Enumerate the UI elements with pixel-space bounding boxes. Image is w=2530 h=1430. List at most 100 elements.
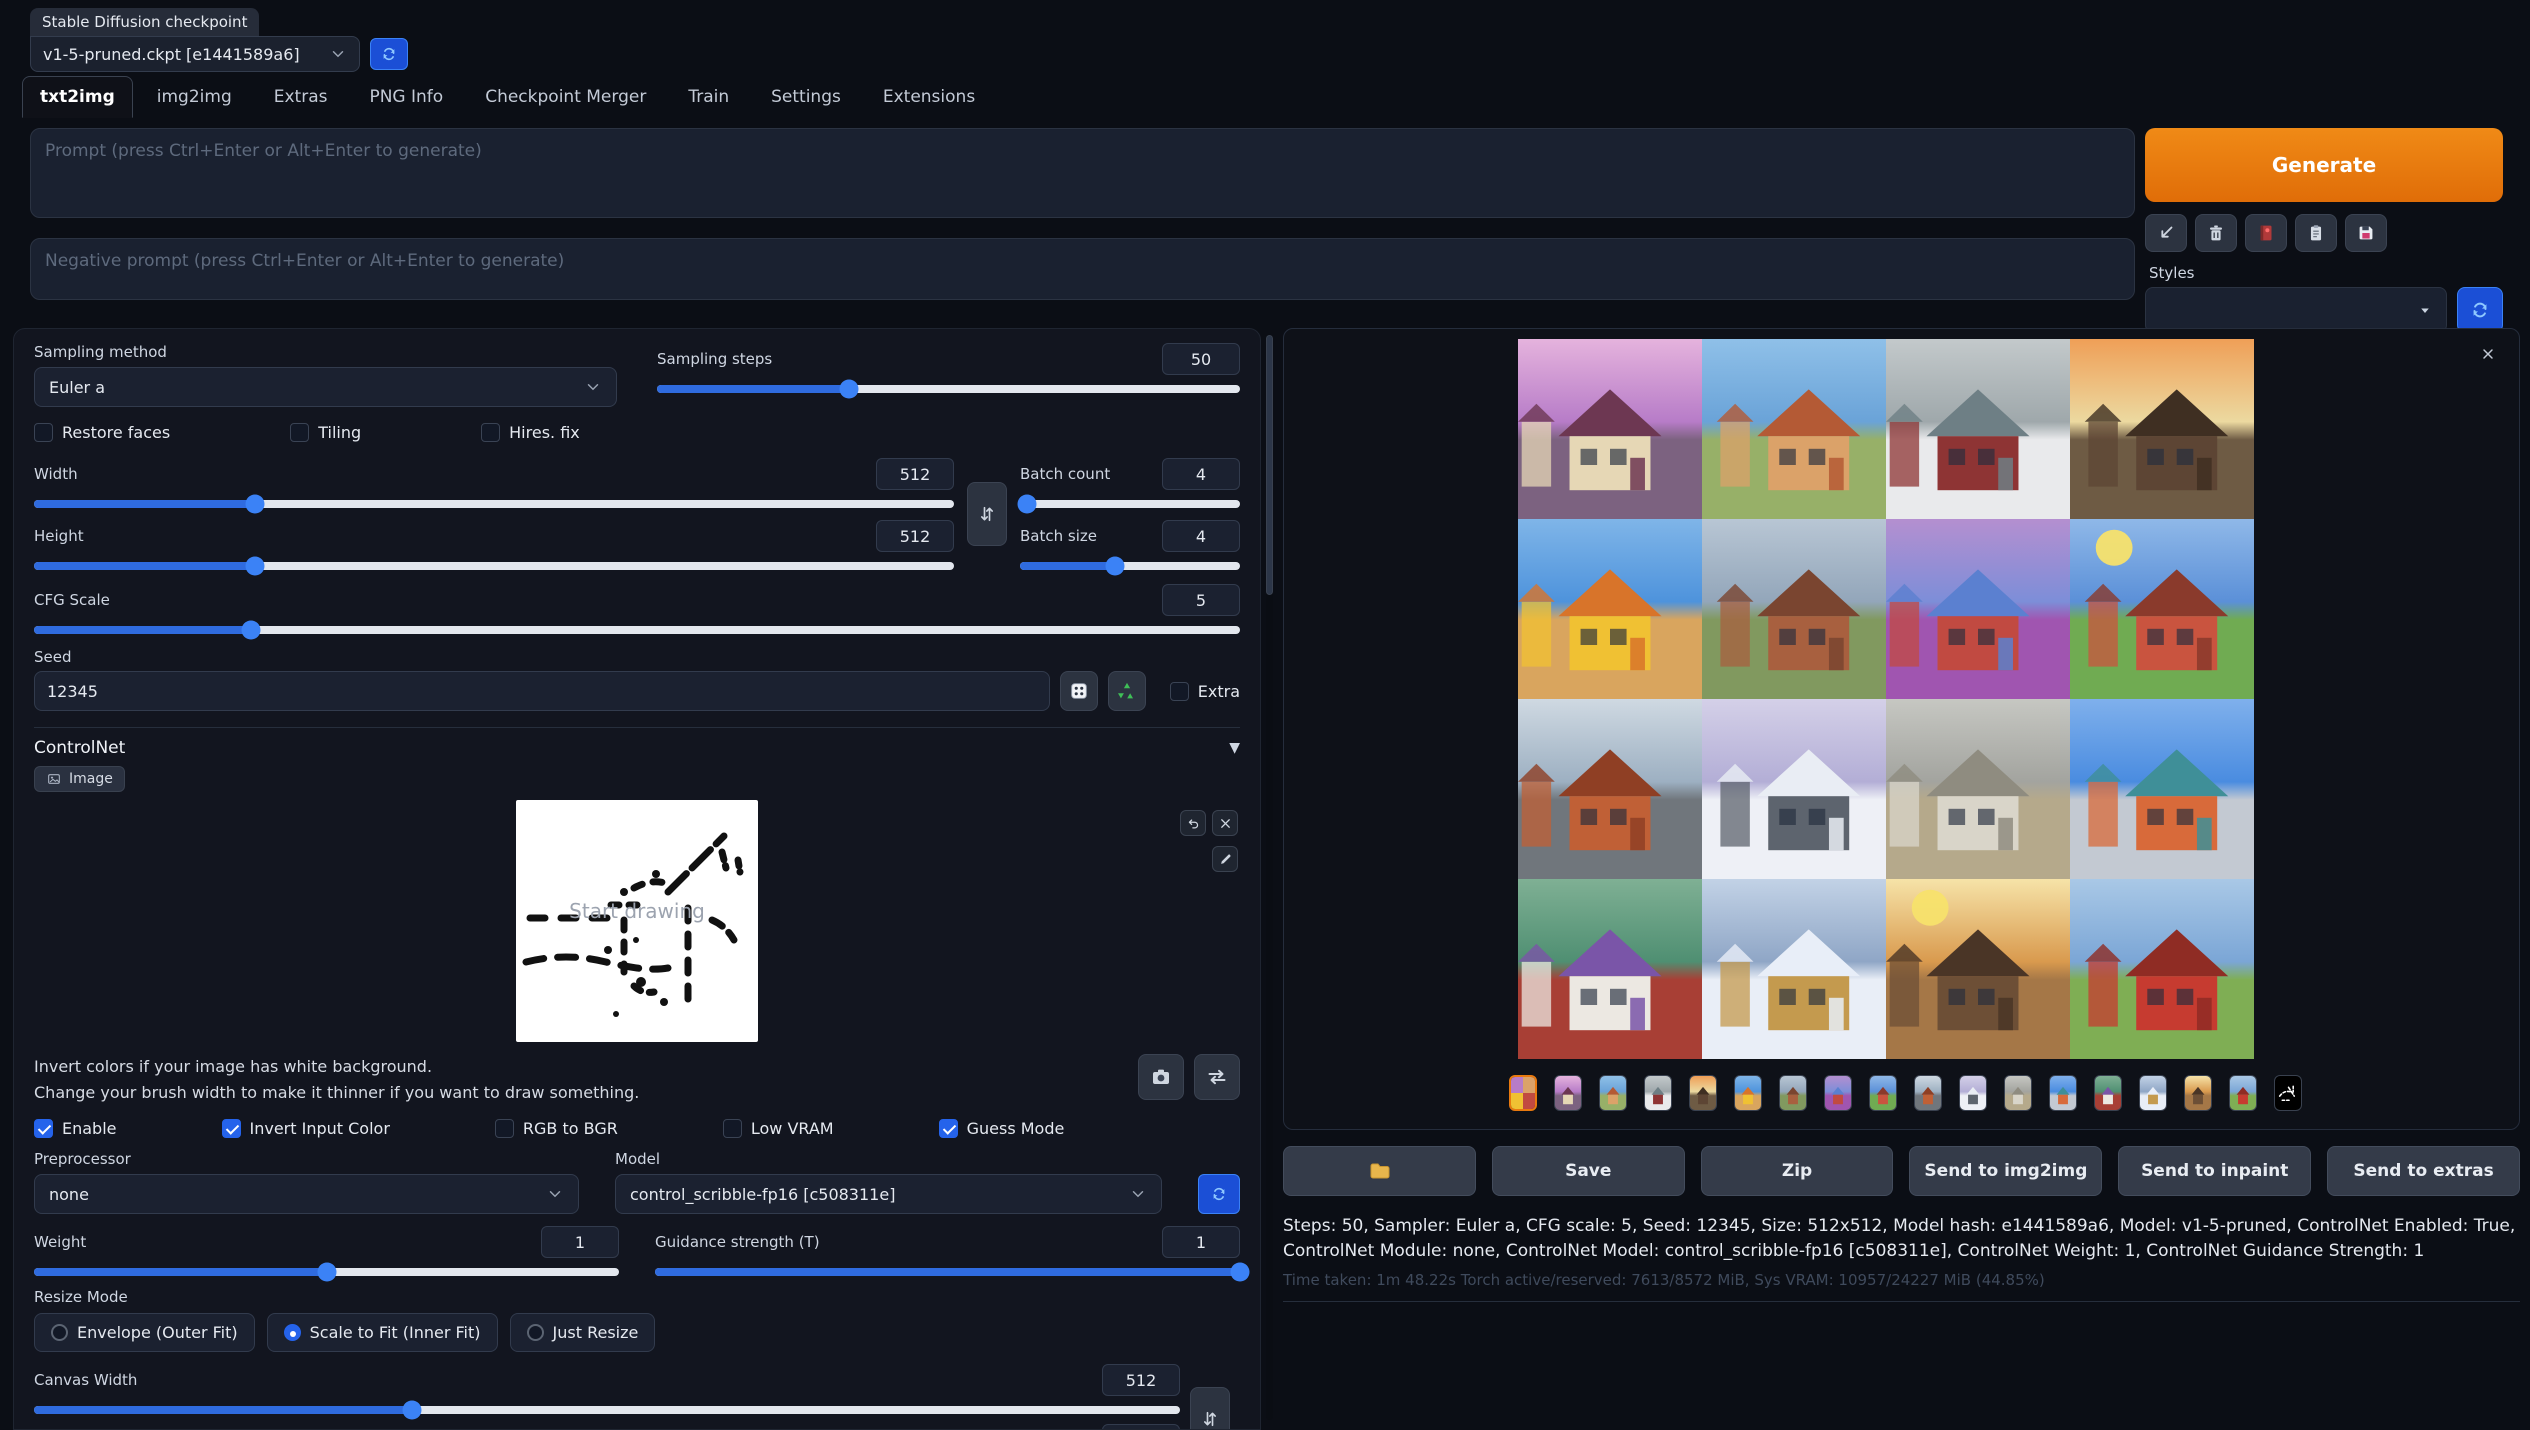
resize-mode-envelope-outer-fit-[interactable]: Envelope (Outer Fit) [34, 1313, 255, 1352]
width-slider[interactable]: Width512 [34, 458, 954, 508]
gallery-image[interactable] [2070, 699, 2254, 879]
controlnet-weight-slider[interactable]: Weight1 [34, 1226, 619, 1276]
styles-dropdown[interactable] [2145, 287, 2447, 333]
slider-value-box[interactable]: 512 [876, 520, 954, 552]
thumbnail-image[interactable] [2139, 1075, 2167, 1111]
checkbox-invert-input-color[interactable]: Invert Input Color [222, 1119, 390, 1138]
clear-image-button[interactable] [1212, 810, 1238, 836]
gallery-image[interactable] [2070, 879, 2254, 1059]
controlnet-header[interactable]: ControlNet ▼ [34, 728, 1240, 758]
gallery-image[interactable] [1518, 879, 1702, 1059]
preprocessor-dropdown[interactable]: none [34, 1174, 579, 1214]
slider-value-box[interactable]: 512 [1102, 1424, 1180, 1430]
collapse-arrow-icon[interactable]: ▼ [1229, 740, 1240, 756]
gallery-image[interactable] [1702, 879, 1886, 1059]
slider-track[interactable] [1020, 500, 1240, 508]
thumbnail-image[interactable] [1959, 1075, 1987, 1111]
batch-count-slider[interactable]: Batch count4 [1020, 458, 1240, 508]
model-dropdown[interactable]: control_scribble-fp16 [c508311e] [615, 1174, 1162, 1214]
styles-refresh-button[interactable] [2457, 287, 2503, 333]
height-slider[interactable]: Height512 [34, 520, 954, 570]
scrollbar-thumb[interactable] [1266, 335, 1273, 595]
mirror-button[interactable] [1194, 1054, 1240, 1100]
sampling-steps-slider[interactable]: Sampling steps50 [657, 343, 1240, 407]
webcam-button[interactable] [1138, 1054, 1184, 1100]
slider-handle[interactable] [245, 557, 264, 576]
slider-value-box[interactable]: 50 [1162, 343, 1240, 375]
slider-value-box[interactable]: 4 [1162, 458, 1240, 490]
tab-checkpoint-merger[interactable]: Checkpoint Merger [467, 76, 664, 118]
clipboard-button[interactable] [2295, 214, 2337, 252]
prompt-input[interactable] [30, 128, 2135, 218]
thumbnail-image[interactable] [2004, 1075, 2032, 1111]
tab-settings[interactable]: Settings [753, 76, 859, 118]
slider-track[interactable] [34, 626, 1240, 634]
sampling-method-dropdown[interactable]: Euler a [34, 367, 617, 407]
checkbox-enable[interactable]: Enable [34, 1119, 117, 1138]
swap-canvas-dims-button[interactable] [1190, 1387, 1230, 1430]
thumbnail-image[interactable] [1869, 1075, 1897, 1111]
send-to-img2img-button[interactable]: Send to img2img [1909, 1146, 2102, 1196]
thumbnail-image[interactable] [2049, 1075, 2077, 1111]
random-seed-button[interactable] [1060, 671, 1098, 711]
zip-button[interactable]: Zip [1701, 1146, 1894, 1196]
gallery-image[interactable] [1886, 339, 2070, 519]
open-folder-button[interactable] [1283, 1146, 1476, 1196]
brush-button[interactable] [1212, 846, 1238, 872]
canvas-width-slider[interactable]: Canvas Width512 [34, 1364, 1180, 1414]
gallery-image[interactable] [1518, 339, 1702, 519]
gallery-image[interactable] [1886, 519, 2070, 699]
tab-extensions[interactable]: Extensions [865, 76, 993, 118]
cfg-scale-slider[interactable]: CFG Scale5 [34, 584, 1240, 634]
book-button[interactable] [2245, 214, 2287, 252]
arrow-down-left-button[interactable] [2145, 214, 2187, 252]
thumbnail-image[interactable] [1824, 1075, 1852, 1111]
slider-value-box[interactable]: 1 [541, 1226, 619, 1258]
controlnet-image-tab[interactable]: Image [34, 766, 125, 792]
trash-button[interactable] [2195, 214, 2237, 252]
thumbnail-grid-view[interactable] [1509, 1075, 1537, 1111]
slider-track[interactable] [34, 1268, 619, 1276]
model-refresh-button[interactable] [1198, 1174, 1240, 1214]
slider-handle[interactable] [242, 621, 261, 640]
canvas-height-slider[interactable]: Canvas Height512 [34, 1424, 1180, 1430]
slider-value-box[interactable]: 512 [1102, 1364, 1180, 1396]
save-button[interactable]: Save [1492, 1146, 1685, 1196]
slider-value-box[interactable]: 5 [1162, 584, 1240, 616]
slider-handle[interactable] [403, 1401, 422, 1420]
slider-value-box[interactable]: 1 [1162, 1226, 1240, 1258]
checkbox-rgb-to-bgr[interactable]: RGB to BGR [495, 1119, 618, 1138]
seed-input[interactable] [34, 671, 1050, 711]
gallery-image[interactable] [1702, 699, 1886, 879]
gallery-image[interactable] [1518, 519, 1702, 699]
tab-img2img[interactable]: img2img [139, 76, 250, 118]
gallery-image[interactable] [1886, 879, 2070, 1059]
tab-extras[interactable]: Extras [256, 76, 346, 118]
checkbox-guess-mode[interactable]: Guess Mode [939, 1119, 1065, 1138]
save-button[interactable] [2345, 214, 2387, 252]
slider-handle[interactable] [1231, 1263, 1250, 1282]
thumbnail-image[interactable] [1554, 1075, 1582, 1111]
send-to-extras-button[interactable]: Send to extras [2327, 1146, 2520, 1196]
thumbnail-scribble[interactable] [2274, 1075, 2302, 1111]
slider-value-box[interactable]: 512 [876, 458, 954, 490]
slider-value-box[interactable]: 4 [1162, 520, 1240, 552]
thumbnail-image[interactable] [1599, 1075, 1627, 1111]
slider-track[interactable] [34, 1406, 1180, 1414]
slider-handle[interactable] [245, 495, 264, 514]
vertical-scrollbar[interactable] [1266, 335, 1273, 1420]
checkpoint-dropdown[interactable]: v1-5-pruned.ckpt [e1441589a6] [30, 36, 360, 72]
thumbnail-image[interactable] [1644, 1075, 1672, 1111]
generate-button[interactable]: Generate [2145, 128, 2503, 202]
slider-track[interactable] [34, 562, 954, 570]
checkbox-restore-faces[interactable]: Restore faces [34, 423, 170, 442]
slider-track[interactable] [1020, 562, 1240, 570]
tab-png-info[interactable]: PNG Info [351, 76, 461, 118]
gallery-image[interactable] [2070, 339, 2254, 519]
thumbnail-image[interactable] [1914, 1075, 1942, 1111]
thumbnail-image[interactable] [2229, 1075, 2257, 1111]
tab-txt2img[interactable]: txt2img [22, 76, 133, 118]
resize-mode-just-resize[interactable]: Just Resize [510, 1313, 656, 1352]
checkbox-low-vram[interactable]: Low VRAM [723, 1119, 834, 1138]
thumbnail-image[interactable] [1689, 1075, 1717, 1111]
